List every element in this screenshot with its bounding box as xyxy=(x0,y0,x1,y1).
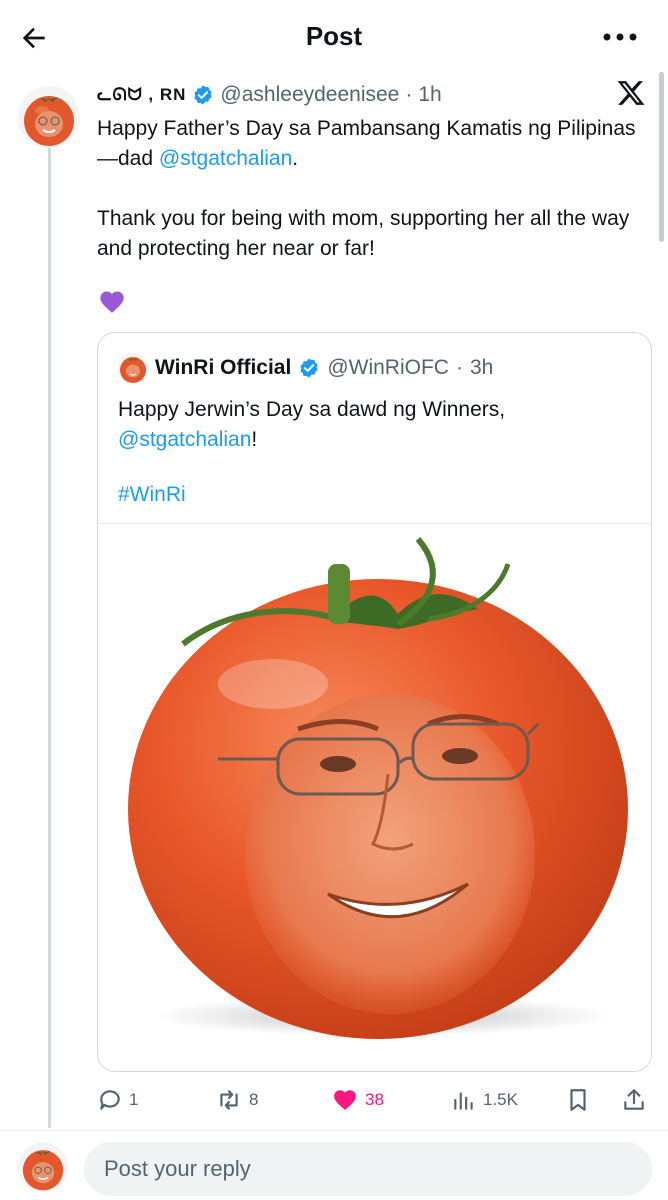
scrollbar[interactable] xyxy=(659,72,664,242)
reply-count: 1 xyxy=(129,1090,139,1109)
verified-badge-icon xyxy=(300,358,318,378)
views-button[interactable]: 1.5K xyxy=(451,1082,518,1118)
post-paragraph-1: Happy Father’s Day sa Pambansang Kamatis… xyxy=(97,114,637,174)
top-bar: Post xyxy=(0,0,668,72)
bookmark-icon xyxy=(570,1089,586,1111)
timestamp[interactable]: 1h xyxy=(418,83,441,107)
my-avatar[interactable] xyxy=(18,1142,68,1192)
quoted-text: Happy Jerwin’s Day sa dawd ng Winners, xyxy=(118,398,506,421)
quoted-handle[interactable]: @WinRiOFC xyxy=(327,356,449,380)
analytics-icon xyxy=(454,1092,473,1110)
like-count: 38 xyxy=(365,1090,384,1109)
repost-count: 8 xyxy=(249,1090,259,1109)
heart-filled-icon xyxy=(334,1090,356,1111)
more-horizontal-icon xyxy=(603,33,637,41)
quoted-post-header: WinRi Official @WinRiOFC · 3h xyxy=(118,353,493,383)
quoted-post-text: Happy Jerwin’s Day sa dawd ng Winners, @… xyxy=(118,395,638,455)
repost-button[interactable]: 8 xyxy=(215,1082,258,1118)
purple-heart-icon xyxy=(100,291,124,313)
quoted-text-end: ! xyxy=(251,428,258,451)
hashtag-link[interactable]: #WinRi xyxy=(118,483,186,507)
post-header: ᓚᘏᗢ , RN @ashleeydeenisee · 1h xyxy=(97,80,442,110)
quoted-timestamp[interactable]: 3h xyxy=(470,356,493,380)
quoted-display-name[interactable]: WinRi Official xyxy=(155,356,291,380)
avatar[interactable] xyxy=(18,86,80,148)
verified-badge-icon xyxy=(194,85,213,105)
display-name[interactable]: ᓚᘏᗢ , RN xyxy=(97,85,186,105)
post-paragraph-2: Thank you for being with mom, supporting… xyxy=(97,207,630,260)
mention-link[interactable]: @stgatchalian xyxy=(159,147,292,170)
separator: · xyxy=(455,356,463,379)
handle[interactable]: @ashleeydeenisee xyxy=(220,83,399,107)
back-button[interactable] xyxy=(16,20,52,56)
reply-input[interactable] xyxy=(84,1142,652,1196)
more-button[interactable] xyxy=(600,22,640,52)
share-icon xyxy=(624,1089,644,1110)
view-count: 1.5K xyxy=(483,1090,518,1109)
separator: · xyxy=(405,83,413,106)
tomato-face-image[interactable] xyxy=(98,523,651,1071)
share-button[interactable] xyxy=(621,1082,647,1118)
divider xyxy=(0,1130,668,1131)
thread-line xyxy=(48,144,51,1128)
arrow-left-icon xyxy=(22,27,45,49)
post-actions: 1 8 38 1.5K xyxy=(97,1082,657,1118)
mention-link[interactable]: @stgatchalian xyxy=(118,428,251,451)
quoted-avatar[interactable] xyxy=(118,353,148,383)
like-button[interactable]: 38 xyxy=(331,1082,384,1118)
x-logo-icon xyxy=(617,81,645,105)
reply-button[interactable]: 1 xyxy=(97,1082,138,1118)
repost-icon xyxy=(220,1090,238,1110)
page-title: Post xyxy=(305,20,363,51)
post-text-line1-end: . xyxy=(292,147,299,170)
quoted-post[interactable]: WinRi Official @WinRiOFC · 3h Happy Jerw… xyxy=(97,332,652,1072)
bookmark-button[interactable] xyxy=(565,1082,591,1118)
post-text: Happy Father’s Day sa Pambansang Kamatis… xyxy=(97,114,637,264)
reply-icon xyxy=(100,1090,120,1110)
